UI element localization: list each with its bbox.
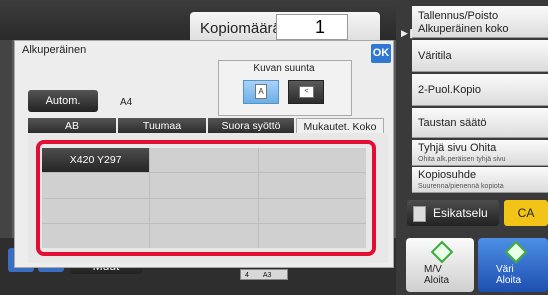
preview-label: Esikatselu [433,206,488,220]
dialog-title: Alkuperäinen [22,44,87,56]
preview-icon [413,206,426,222]
menu-item-label: Taustan säätö [418,117,487,129]
tab-ab[interactable]: AB [28,118,116,134]
clear-all-button[interactable]: CA [504,200,548,226]
tab-inch[interactable]: Tuumaa [118,118,206,134]
menu-item-color-mode[interactable]: Väritila [412,40,548,72]
tray-size: A3 [262,272,272,279]
left-strip [0,40,12,260]
preview-button[interactable]: Esikatselu [407,200,499,226]
menu-item-label: Kopiosuhde [418,169,477,181]
menu-item-blank-skip[interactable]: Tyhjä sivu Ohita Ohita alk.peräisen tyhj… [412,140,548,166]
ok-button[interactable]: OK [371,44,391,63]
menu-item-sublabel: Ohita alk.peräisen tyhjä sivu [418,156,506,163]
auto-button[interactable]: Autom. [28,90,98,112]
menu-item-ratio[interactable]: Kopiosuhde Suurenna/pienennä kopiota [412,167,548,193]
copies-input[interactable]: 1 [276,14,348,40]
menu-item-sublabel: Suurenna/pienennä kopiota [418,183,504,190]
tab-direct-input[interactable]: Suora syöttö [208,118,294,134]
highlight-frame [36,140,376,256]
color-start-label: Väri Aloita [496,264,522,286]
menu-item-label: Tallennus/Poisto Alkuperäinen koko [418,10,509,35]
bw-start-button[interactable]: M/V Aloita [406,238,474,292]
landscape-icon: < [299,86,314,98]
portrait-icon: A [255,84,267,99]
start-icon [504,240,528,264]
menu-item-label: Tyhjä sivu Ohita [418,142,497,154]
color-start-button[interactable]: Väri Aloita [478,238,548,292]
menu-item-label: 2-Puol.Kopio [418,84,481,96]
tray-number: 4 [245,272,249,279]
tab-custom-size[interactable]: Mukautet. Koko [296,118,384,134]
menu-item-duplex[interactable]: 2-Puol.Kopio [412,74,548,106]
menu-item-label: Väritila [418,50,452,62]
start-icon [430,240,454,264]
menu-item-original-size[interactable]: Tallennus/Poisto Alkuperäinen koko [412,6,548,38]
menu-item-background[interactable]: Taustan säätö [412,108,548,138]
detected-size: A4 [120,97,133,108]
copies-label: Kopiomäärä [200,20,281,37]
tray-4: 4 A3 [240,269,288,280]
bw-start-label: M/V Aloita [424,264,450,286]
orientation-title: Kuvan suunta [253,63,315,74]
